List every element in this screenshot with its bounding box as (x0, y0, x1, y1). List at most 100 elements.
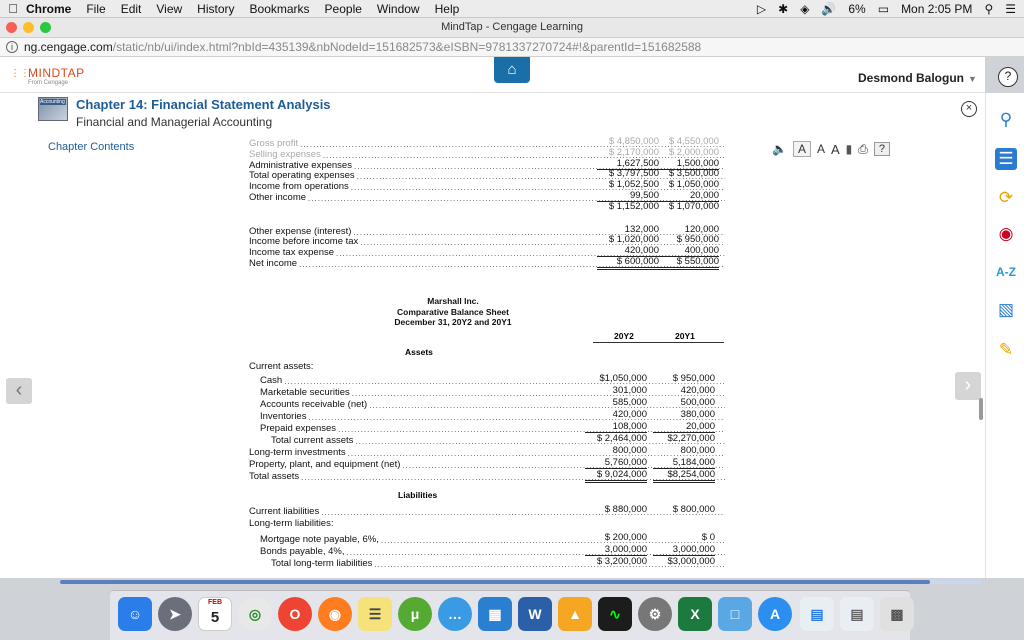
value-20y2: 132,000 (624, 223, 659, 235)
menu-window[interactable]: Window (377, 2, 420, 16)
finder-icon[interactable]: ☺ (118, 597, 152, 631)
launchpad-icon[interactable]: ➤ (158, 597, 192, 631)
menu-edit[interactable]: Edit (121, 2, 142, 16)
user-menu[interactable]: Desmond Balogun ▼ (858, 71, 977, 85)
opera-icon[interactable]: O (278, 597, 312, 631)
value-20y1: 380,000 (680, 409, 715, 420)
table-row: Long-term liabilities: (249, 516, 727, 529)
highlighter-icon[interactable]: ✎ (995, 339, 1017, 361)
value-20y1: $8,254,000 (653, 469, 715, 483)
excel-icon[interactable]: X (678, 597, 712, 631)
preview-icon[interactable]: ▦ (478, 597, 512, 631)
cast-icon[interactable]: ▷ (757, 2, 766, 16)
chevron-left-icon: ‹ (15, 379, 23, 401)
browser-titlebar: MindTap - Cengage Learning (0, 18, 1024, 38)
value-20y2: 108,000 (585, 421, 647, 433)
address-bar[interactable]: i ng.cengage.com/static/nb/ui/index.html… (0, 38, 1024, 57)
menu-help[interactable]: Help (435, 2, 460, 16)
reader-help-button[interactable]: ? (873, 142, 890, 156)
mindtap-logo-icon: ⋮⋮ (10, 68, 30, 79)
chrome-icon[interactable]: ◎ (238, 597, 272, 631)
menu-view[interactable]: View (156, 2, 182, 16)
menu-bookmarks[interactable]: Bookmarks (250, 2, 310, 16)
notes-icon[interactable]: ☰ (358, 597, 392, 631)
mindtap-logo[interactable]: ⋮⋮ MINDTAP From Cengage (10, 66, 85, 86)
merriam-webster-icon[interactable]: ◉ (995, 223, 1017, 245)
downloads-stack-icon[interactable]: ▤ (800, 597, 834, 631)
url-host[interactable]: ng.cengage.com (24, 40, 113, 54)
row-label: Long-term liabilities: (249, 518, 334, 529)
read-aloud-icon[interactable]: 🔈 (772, 142, 787, 156)
help-button[interactable]: ? (998, 67, 1018, 87)
value-20y2: $ 1,152,000 (608, 200, 659, 212)
book-cover-label: Accounting (40, 99, 66, 105)
value-20y2: $ 9,024,000 (585, 469, 647, 483)
value-20y1: 3,000,000 (653, 544, 715, 556)
battery-icon[interactable]: ▭ (878, 2, 889, 16)
text-size-small-button[interactable]: A (792, 141, 811, 157)
chapter-contents-link[interactable]: Chapter Contents (48, 141, 134, 153)
close-reader-button[interactable]: × (961, 101, 977, 117)
previous-page-button[interactable]: ‹ (6, 378, 32, 404)
wifi-icon[interactable]: ◈ (800, 2, 809, 16)
battery-percent: 6% (848, 2, 866, 16)
next-page-button[interactable]: › (955, 372, 981, 400)
value-20y2: $ 3,200,000 (596, 556, 647, 567)
glossary-az-icon[interactable]: A-Z (995, 261, 1017, 283)
value-20y2: 5,760,000 (585, 457, 647, 469)
text-size-large-button[interactable]: A (831, 142, 840, 157)
calendar-icon[interactable]: FEB 5 (198, 597, 232, 631)
print-icon[interactable]: ⎙ (858, 142, 868, 157)
trash-icon[interactable]: ▩ (880, 597, 914, 631)
folder-icon[interactable]: □ (718, 597, 752, 631)
value-20y2: $ 880,000 (604, 504, 647, 515)
search-icon[interactable]: ⚲ (995, 109, 1017, 131)
statement-title: Comparative Balance Sheet (397, 307, 509, 317)
value-20y2: $1,050,000 (599, 373, 647, 384)
bookmark-icon[interactable]: ▮ (846, 142, 853, 156)
calendar-month: FEB (208, 599, 222, 606)
mindtap-header: ⋮⋮ MINDTAP From Cengage Desmond Balogun ▼ (0, 57, 985, 93)
assets-heading: Assets (405, 347, 433, 357)
notification-center-icon[interactable]: ☰ (1005, 2, 1016, 16)
app-store-icon[interactable]: A (758, 597, 792, 631)
value-20y2: $ 200,000 (604, 532, 647, 543)
word-icon[interactable]: W (518, 597, 552, 631)
menu-chrome[interactable]: Chrome (26, 2, 71, 16)
documents-stack-icon[interactable]: ▤ (840, 597, 874, 631)
firefox-icon[interactable]: ◉ (318, 597, 352, 631)
utorrent-icon[interactable]: μ (398, 597, 432, 631)
menu-people[interactable]: People (325, 2, 362, 16)
menu-file[interactable]: File (86, 2, 105, 16)
site-info-icon[interactable]: i (6, 41, 18, 53)
value-20y2: 420,000 (612, 409, 647, 420)
messages-icon[interactable]: … (438, 597, 472, 631)
readspeaker-icon[interactable]: ⟳ (995, 187, 1017, 209)
scrollbar-thumb[interactable] (979, 398, 983, 420)
value-20y1: $ 0 (701, 532, 715, 543)
value-20y1: 500,000 (680, 397, 715, 408)
liabilities-heading: Liabilities (398, 490, 438, 500)
spotlight-search-icon[interactable]: ⚲ (984, 2, 993, 16)
statement-date: December 31, 20Y2 and 20Y1 (394, 317, 512, 327)
url-path[interactable]: /static/nb/ui/index.html?nbId=435139&nbN… (113, 40, 702, 54)
value-20y1: 20,000 (653, 421, 715, 433)
home-button[interactable]: ⌂ (494, 57, 530, 83)
text-size-medium-button[interactable]: A (817, 142, 825, 156)
row-label: Total assets (249, 471, 300, 482)
system-preferences-icon[interactable]: ⚙ (638, 597, 672, 631)
activity-monitor-icon[interactable]: ∿ (598, 597, 632, 631)
value-20y2: $ 2,170,000 (608, 146, 659, 158)
volume-icon[interactable]: 🔊 (821, 2, 836, 16)
apple-menu-icon[interactable]:  (0, 1, 26, 16)
chapter-bar: Accounting Chapter 14: Financial Stateme… (0, 93, 985, 133)
flashcards-icon[interactable]: ▧ (995, 299, 1017, 321)
value-20y1: $ 3,500,000 (668, 168, 719, 180)
vlc-icon[interactable]: ▲ (558, 597, 592, 631)
value-20y1: $ 1,050,000 (668, 179, 719, 191)
reader-document: Gross profit$ 4,850,000$ 4,550,000Sellin… (148, 133, 738, 578)
menu-history[interactable]: History (197, 2, 234, 16)
bluetooth-icon[interactable]: ✱ (778, 2, 788, 16)
clock[interactable]: Mon 2:05 PM (901, 2, 972, 16)
notebook-icon[interactable]: ☰ (995, 148, 1017, 170)
